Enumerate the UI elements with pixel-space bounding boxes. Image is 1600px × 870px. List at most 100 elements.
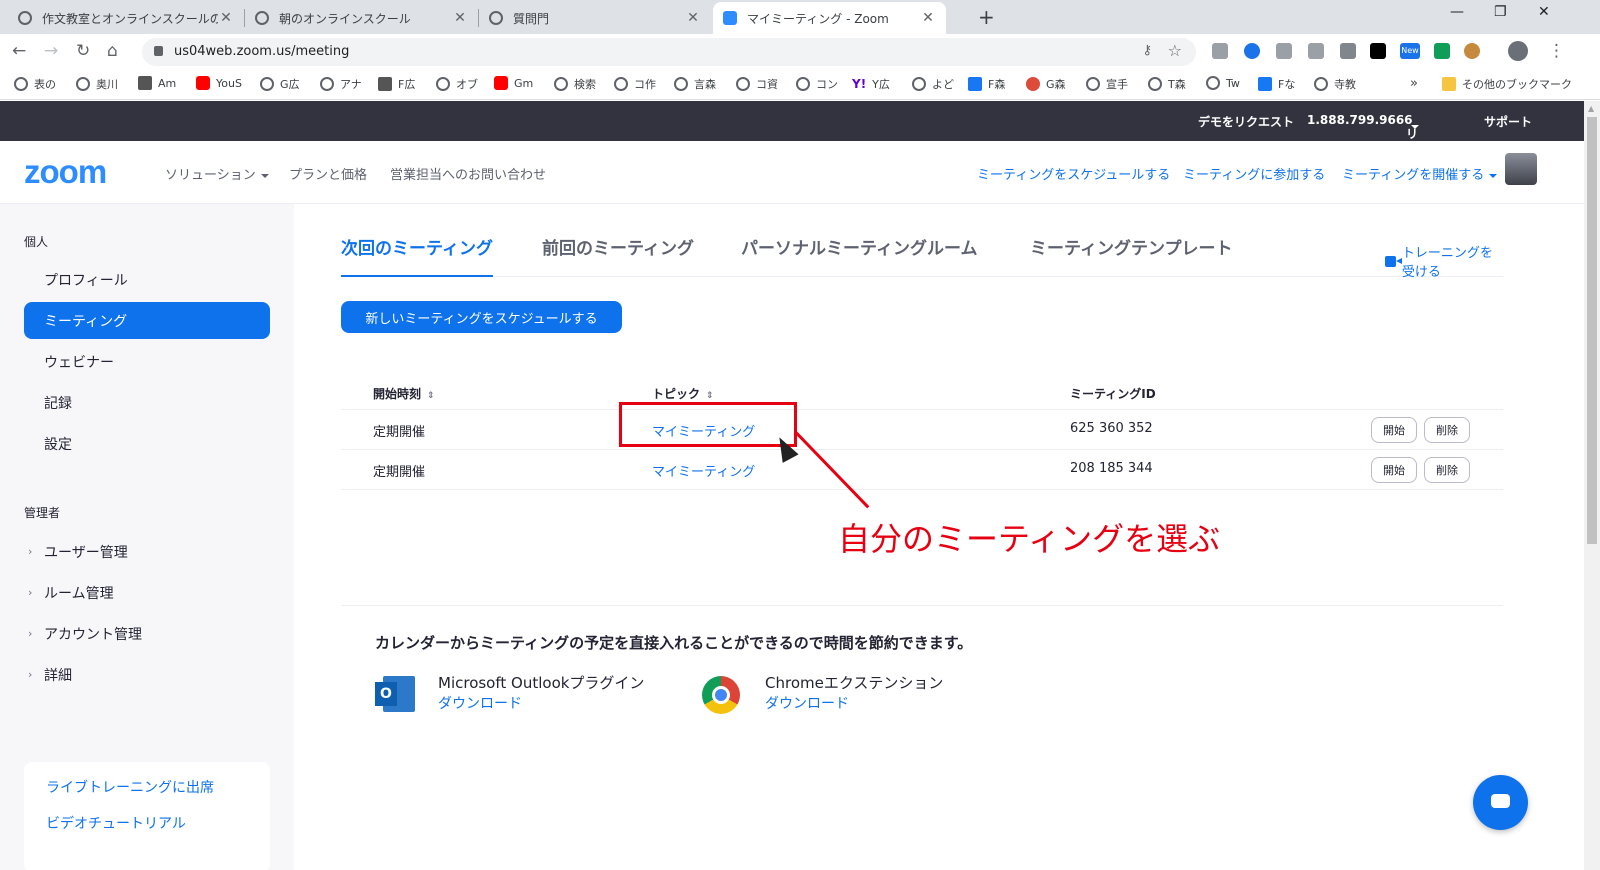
bookmark[interactable]: 検索 xyxy=(554,76,596,92)
bookmark[interactable]: Am xyxy=(138,76,176,90)
contact-sales-link[interactable]: 営業担当へのお問い合わせ xyxy=(390,164,546,183)
scrollbar-thumb[interactable] xyxy=(1587,117,1597,544)
maximize-icon[interactable]: ❐ xyxy=(1494,4,1507,20)
tab-previous[interactable]: 前回のミーティング xyxy=(542,234,694,259)
sidebar-item-settings[interactable]: 設定 xyxy=(24,425,270,462)
avatar[interactable] xyxy=(1505,153,1537,185)
bookmark[interactable]: G広 xyxy=(260,76,300,92)
new-badge-extension-icon[interactable]: New xyxy=(1400,43,1420,59)
bookmark[interactable]: 表の xyxy=(14,76,56,92)
address-bar[interactable]: us04web.zoom.us/meeting ⚷ ☆ xyxy=(142,38,1196,66)
delete-button[interactable]: 削除 xyxy=(1424,417,1470,443)
tab-upcoming[interactable]: 次回のミーティング xyxy=(341,234,493,277)
browser-tab[interactable]: 朝のオンラインスクール ✕ xyxy=(245,2,478,34)
bookmark[interactable]: コ作 xyxy=(614,76,656,92)
chevron-right-icon: › xyxy=(28,668,33,681)
star-icon[interactable]: ☆ xyxy=(1168,41,1182,60)
bookmark[interactable]: 言森 xyxy=(674,76,716,92)
phone-number[interactable]: 1.888.799.9666 xyxy=(1307,113,1413,127)
bookmark[interactable]: オブ xyxy=(436,76,478,92)
bookmark[interactable]: G森 xyxy=(1026,76,1066,92)
bookmark[interactable]: Tw xyxy=(1206,76,1240,90)
close-tab-icon[interactable]: ✕ xyxy=(452,10,468,26)
bookmark[interactable]: Fな xyxy=(1258,76,1295,92)
window-close-icon[interactable]: ✕ xyxy=(1538,4,1550,20)
bookmark[interactable]: コ資 xyxy=(736,76,778,92)
plans-link[interactable]: プランと価格 xyxy=(289,164,367,183)
sidebar-item-room-management[interactable]: › ルーム管理 xyxy=(24,574,270,611)
close-tab-icon[interactable]: ✕ xyxy=(920,10,936,26)
column-start-time[interactable]: 開始時刻 ⇕ xyxy=(373,385,435,402)
scroll-up-icon[interactable]: ▲ xyxy=(1588,104,1594,113)
browser-tab[interactable]: 作文教室とオンラインスクールの言葉の ✕ xyxy=(8,2,244,34)
bookmark[interactable]: 宣手 xyxy=(1086,76,1128,92)
drive-icon[interactable] xyxy=(1434,43,1450,59)
home-icon[interactable]: ⌂ xyxy=(107,41,118,61)
close-tab-icon[interactable]: ✕ xyxy=(685,10,701,26)
chat-bubble-button[interactable] xyxy=(1473,775,1528,830)
bookmark[interactable]: T森 xyxy=(1148,76,1186,92)
extension-icon[interactable] xyxy=(1370,43,1386,59)
browser-tab-active[interactable]: マイミーティング - Zoom ✕ xyxy=(713,2,946,34)
forward-icon[interactable]: → xyxy=(44,41,58,61)
extension-icon[interactable] xyxy=(1244,43,1260,59)
bookmark[interactable]: Gm xyxy=(494,76,533,90)
schedule-new-meeting-button[interactable]: 新しいミーティングをスケジュールする xyxy=(341,301,622,333)
sidebar-item-profile[interactable]: プロフィール xyxy=(24,261,270,298)
key-icon[interactable]: ⚷ xyxy=(1142,43,1152,58)
extension-icon[interactable] xyxy=(1212,43,1228,59)
extension-icon[interactable] xyxy=(1276,43,1292,59)
sidebar-item-webinars[interactable]: ウェビナー xyxy=(24,343,270,380)
extension-icon[interactable] xyxy=(1340,43,1356,59)
cookie-icon[interactable] xyxy=(1464,43,1480,59)
tab-personal-room[interactable]: パーソナルミーティングルーム xyxy=(741,234,977,259)
delete-button[interactable]: 削除 xyxy=(1424,457,1470,483)
menu-icon[interactable]: ⋮ xyxy=(1548,41,1565,61)
join-meeting-link[interactable]: ミーティングに参加する xyxy=(1183,164,1325,183)
bookmark[interactable]: F森 xyxy=(968,76,1005,92)
reload-icon[interactable]: ↻ xyxy=(76,41,90,61)
browser-tab[interactable]: 質問門 ✕ xyxy=(479,2,711,34)
live-training-link[interactable]: ライブトレーニングに出席 xyxy=(46,777,214,797)
bookmark[interactable]: 寺教 xyxy=(1314,76,1356,92)
more-bookmarks-icon[interactable]: » xyxy=(1410,76,1418,91)
tab-templates[interactable]: ミーティングテンプレート xyxy=(1030,234,1232,259)
bookmark-label: Gm xyxy=(514,76,534,90)
close-tab-icon[interactable]: ✕ xyxy=(218,10,234,26)
sidebar-item-meetings[interactable]: ミーティング xyxy=(24,302,270,339)
start-button[interactable]: 開始 xyxy=(1371,457,1417,483)
new-tab-icon[interactable]: + xyxy=(978,5,995,29)
bookmark[interactable]: Y! Y広 xyxy=(852,76,890,92)
bookmark[interactable]: 奥川 xyxy=(76,76,118,92)
bookmark[interactable]: アナ xyxy=(320,76,362,92)
outlook-download-link[interactable]: ダウンロード xyxy=(438,693,522,713)
zoom-logo[interactable]: zoom xyxy=(24,153,107,191)
bookmark[interactable]: F広 xyxy=(378,76,415,92)
schedule-meeting-link[interactable]: ミーティングをスケジュールする xyxy=(977,164,1170,183)
start-button[interactable]: 開始 xyxy=(1371,417,1417,443)
chrome-download-link[interactable]: ダウンロード xyxy=(765,693,849,713)
bookmarks-bar: 表の 奥川 Am YouS G広 アナ F広 オブ Gm 検索 コ作 言森 コ資… xyxy=(0,70,1600,100)
extension-icon[interactable] xyxy=(1308,43,1324,59)
get-training-link[interactable]: トレーニングを受ける xyxy=(1385,242,1503,280)
bookmark[interactable]: YouS xyxy=(196,76,242,90)
bookmark[interactable]: コン xyxy=(796,76,838,92)
request-demo-link[interactable]: デモをリクエスト xyxy=(1198,113,1294,130)
column-topic[interactable]: トピック ⇕ xyxy=(652,385,714,402)
sidebar-item-account-management[interactable]: › アカウント管理 xyxy=(24,615,270,652)
sidebar-item-user-management[interactable]: › ユーザー管理 xyxy=(24,533,270,570)
minimize-icon[interactable]: — xyxy=(1450,4,1464,20)
solutions-menu[interactable]: ソリューション xyxy=(165,164,269,183)
bookmark[interactable]: よど xyxy=(912,76,954,92)
meeting-topic-link[interactable]: マイミーティング xyxy=(652,461,755,480)
host-meeting-menu[interactable]: ミーティングを開催する xyxy=(1342,164,1498,183)
support-link[interactable]: サポート xyxy=(1484,113,1532,130)
back-icon[interactable]: ← xyxy=(12,41,26,61)
sidebar-item-label: プロフィール xyxy=(44,272,128,289)
scrollbar[interactable]: ▲ xyxy=(1584,101,1600,870)
sidebar-item-advanced[interactable]: › 詳細 xyxy=(24,656,270,693)
sidebar-item-recordings[interactable]: 記録 xyxy=(24,384,270,421)
profile-avatar[interactable] xyxy=(1508,41,1528,61)
video-tutorials-link[interactable]: ビデオチュートリアル xyxy=(46,813,186,833)
other-bookmarks[interactable]: その他のブックマーク xyxy=(1442,76,1572,92)
